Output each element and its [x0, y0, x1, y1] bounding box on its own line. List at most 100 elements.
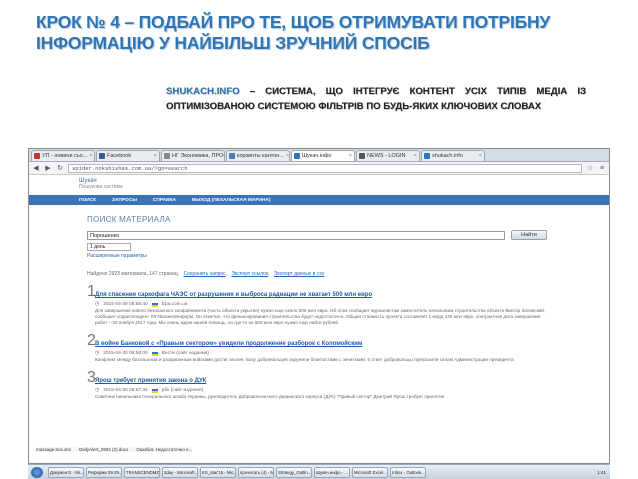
back-icon[interactable]: ◀ — [32, 164, 40, 172]
result-item: 3Ярош требует принятия закона о ДУК ◷ 2015… — [87, 369, 547, 400]
result-title-link[interactable]: Ярош требует принятия закона о ДУК — [95, 378, 206, 384]
address-bar: ◀ ▶ ↻ spider.nokshishes.com.ua/?go=searc… — [29, 162, 609, 175]
nav-search[interactable]: ПОИСК — [79, 198, 96, 203]
clock-icon: ◷ — [95, 302, 100, 307]
site-nav: ПОИСК ЗАПРОСЫ СПРАВКА ВЫХОД (ПЕХАЛЬСКАЯ … — [29, 195, 609, 205]
forward-icon[interactable]: ▶ — [44, 164, 52, 172]
taskbar-item[interactable]: TRANSCENDMZ ... — [124, 466, 160, 478]
results-list: 1Для спасения саркофага ЧАЭС от разрушен… — [87, 283, 547, 400]
result-number: 1 — [87, 283, 96, 300]
slide-subtitle: SHUKACH.INFO – СИСТЕМА, ЩО ІНТЕГРУЄ КОНТ… — [166, 84, 586, 114]
found-count: Найдено 2923 материала, 147 страниц. — [87, 271, 180, 277]
taskbar-item[interactable]: Inbox - Outlook... — [390, 466, 426, 478]
extended-params-link[interactable]: Расширенные параметры — [87, 253, 547, 259]
tab-label: УП - новини сьо... — [42, 153, 88, 159]
export-csv-link[interactable]: Экспорт данных в csv — [274, 271, 324, 277]
close-icon[interactable]: × — [286, 153, 289, 159]
taskbar-item[interactable]: KS_Mar'15 - Mic... — [200, 466, 236, 478]
result-title-link[interactable]: В войне Банковой с «Правым сектором» уви… — [95, 341, 362, 347]
browser-tab[interactable]: корзинты кантон... × — [226, 150, 290, 161]
favicon-icon — [34, 153, 40, 159]
site-tagline: Пошукова система — [79, 184, 123, 190]
downloads-bar: massage box.xbv DailyAlert_2904 (2).docx О… — [36, 447, 193, 452]
site-header: Шукач Пошукова система — [29, 175, 609, 195]
browser-tab[interactable]: НГ Экономика, ПРОСК...× — [161, 150, 225, 161]
nav-logout[interactable]: ВЫХОД (ПЕХАЛЬСКАЯ МАРИНА) — [192, 198, 271, 203]
tab-label: NEWS - LOGIN — [367, 153, 406, 159]
reload-icon[interactable]: ↻ — [56, 164, 64, 172]
download-item[interactable]: Ошибка: Недостаточно н... — [136, 447, 192, 452]
result-number: 3 — [87, 369, 96, 386]
browser-tab[interactable]: shukach.info × — [421, 150, 485, 161]
taskbar-item[interactable]: 2day - Microsoft... — [162, 466, 198, 478]
save-query-link[interactable]: Сохранить запрос — [184, 271, 226, 277]
taskbar-item[interactable]: Microsoft Excel... — [352, 466, 388, 478]
result-snippet: Для завершения нового безопасного конфай… — [95, 308, 546, 325]
result-date: 2015-04-30 06:58:00 — [103, 351, 148, 356]
tab-label: Шукач.інфо — [302, 153, 332, 159]
found-summary: Найдено 2923 материала, 147 страниц. Сох… — [87, 271, 325, 277]
result-snippet: Конфликт между батальоном и разорванным … — [95, 357, 514, 362]
result-number: 2 — [87, 332, 96, 349]
section-title: ПОИСК МАТЕРИАЛА — [87, 215, 171, 224]
flag-icon — [151, 351, 158, 356]
tab-label: shukach.info — [432, 153, 463, 159]
url-field[interactable]: spider.nokshishes.com.ua/?go=search — [68, 163, 582, 173]
result-date: 2015-04-30 06:58:40 — [103, 302, 148, 307]
tab-label: корзинты кантон... — [237, 153, 284, 159]
tab-bar: УП - новини сьо... × Facebook × НГ Экономика… — [29, 149, 609, 162]
clock-icon: ◷ — [95, 351, 100, 356]
flag-icon — [151, 302, 158, 307]
favicon-icon — [229, 153, 235, 159]
tab-label: НГ Экономика, ПРОСК... — [172, 153, 224, 159]
favicon-icon — [99, 153, 105, 159]
taskbar-item[interactable]: прочитать (4) - Mic... — [238, 466, 274, 478]
result-title-link[interactable]: Для спасения саркофага ЧАЭС от разрушени… — [95, 292, 372, 298]
download-item[interactable]: DailyAlert_2904 (2).docx — [79, 447, 128, 452]
title-line-1: КРОК № 4 – ПОДБАЙ ПРО ТЕ, ЩОБ ОТРИМУВАТИ… — [36, 12, 551, 32]
tab-label: Facebook — [107, 153, 132, 159]
close-icon[interactable]: × — [154, 153, 157, 159]
find-button[interactable]: Найти — [511, 230, 547, 240]
browser-tab[interactable]: NEWS - LOGIN × — [356, 150, 420, 161]
clock: 1:41 — [597, 469, 606, 475]
site-name[interactable]: Шукач — [79, 175, 609, 184]
result-source[interactable]: рбк (сайт издания) — [162, 388, 203, 393]
search-content: ПОИСК МАТЕРИАЛА Порошенко Найти 1 день Р… — [87, 215, 547, 400]
result-source[interactable]: Ера.com.ua — [162, 302, 188, 307]
search-row: Порошенко Найти — [87, 230, 547, 240]
result-snippet: Советник начальника Генерального штаба У… — [95, 394, 445, 399]
taskbar-item[interactable]: Шукач.инфо - ... — [314, 466, 350, 478]
download-item[interactable]: massage box.xbv — [36, 447, 71, 452]
close-icon[interactable]: × — [479, 153, 482, 159]
favicon-icon — [164, 153, 170, 159]
period-select[interactable]: 1 день — [87, 243, 131, 251]
browser-tab[interactable]: Шукач.інфо × — [291, 150, 355, 161]
export-links-link[interactable]: Экспорт ссылок — [231, 271, 268, 277]
result-item: 1Для спасения саркофага ЧАЭС от разрушен… — [87, 283, 547, 326]
clock-icon: ◷ — [95, 388, 100, 393]
browser-tab[interactable]: Facebook × — [96, 150, 160, 161]
flag-icon — [151, 388, 158, 393]
taskbar-item[interactable]: Strategy_Outlin... — [276, 466, 312, 478]
result-item: 2В войне Банковой с «Правым сектором» ув… — [87, 332, 547, 363]
search-input[interactable]: Порошенко — [87, 230, 505, 240]
nav-queries[interactable]: ЗАПРОСЫ — [112, 198, 137, 203]
taskbar-item[interactable]: Реформи 29-29... — [86, 466, 122, 478]
result-source[interactable]: Вести (сайт издания) — [162, 351, 209, 356]
star-icon[interactable]: ☆ — [586, 164, 594, 172]
close-icon[interactable]: × — [89, 153, 92, 159]
title-line-2: ІНФОРМАЦІЮ У НАЙБІЛЬШ ЗРУЧНИЙ СПОСІБ — [36, 33, 430, 53]
menu-icon[interactable]: ≡ — [598, 165, 606, 172]
result-date: 2015-04-30 06:57:44 — [103, 388, 148, 393]
favicon-icon — [294, 153, 300, 159]
start-button[interactable] — [31, 467, 43, 478]
close-icon[interactable]: × — [414, 153, 417, 159]
close-icon[interactable]: × — [349, 153, 352, 159]
favicon-icon — [424, 153, 430, 159]
slide-title: КРОК № 4 – ПОДБАЙ ПРО ТЕ, ЩОБ ОТРИМУВАТИ… — [36, 12, 616, 54]
taskbar-item[interactable]: Документ2 - Mi... — [48, 466, 84, 478]
nav-help[interactable]: СПРАВКА — [153, 198, 176, 203]
taskbar: Документ2 - Mi... Реформи 29-29... TRANSCE… — [28, 464, 610, 479]
browser-tab[interactable]: УП - новини сьо... × — [31, 150, 95, 161]
